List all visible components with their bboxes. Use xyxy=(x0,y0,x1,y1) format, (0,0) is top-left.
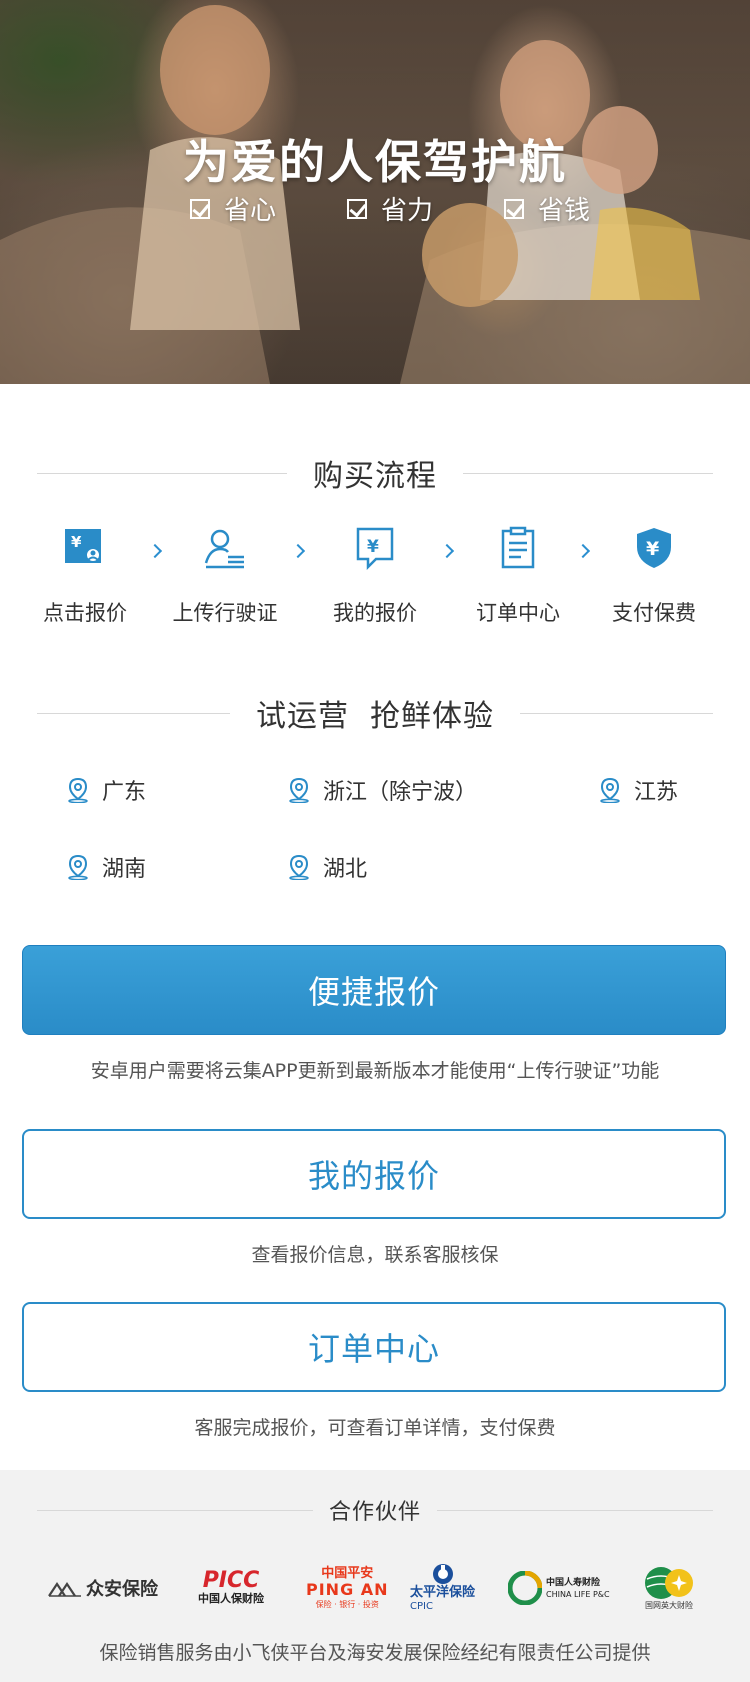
partner-subname: CHINA LIFE P&C xyxy=(546,1589,610,1599)
partner-subname: 中国人保财险 xyxy=(198,1592,264,1605)
region-label: 湖北 xyxy=(323,857,368,882)
quick-quote-button[interactable]: 便捷报价 xyxy=(22,945,726,1035)
process-steps: ¥ 点击报价 上传行驶证 ¥ 我的报价 订单中心 ¥ 支付保费 xyxy=(0,525,750,635)
partner-pingan-logo: 中国平安 PING AN 保险 · 银行 · 投资 xyxy=(306,1558,389,1618)
step-upload-license[interactable]: 上传行驶证 xyxy=(150,525,300,627)
my-quote-note: 查看报价信息，联系客服核保 xyxy=(251,1244,499,1266)
partner-name: 太平洋保险 xyxy=(410,1585,476,1600)
region-item: 湖北 xyxy=(287,851,367,883)
region-item: 江苏 xyxy=(598,774,678,806)
checkbox-icon xyxy=(503,198,524,219)
checkbox-icon xyxy=(346,198,367,219)
partner-cpic-logo: 太平洋保险 CPIC xyxy=(410,1558,475,1618)
divider-line xyxy=(37,472,287,474)
partner-picc-logo: PICC 中国人保财险 xyxy=(198,1558,264,1618)
hero-banner: 为爱的人保驾护航 省心 省力 省钱 xyxy=(0,0,750,384)
partner-chinalife-logo: 中国人寿财险 CHINA LIFE P&C xyxy=(508,1558,610,1618)
partner-name: 中国人寿财险 xyxy=(546,1577,601,1588)
hero-tag-label: 省心 xyxy=(224,196,277,226)
region-item: 广东 xyxy=(66,774,146,806)
divider-line xyxy=(520,712,714,714)
service-disclaimer: 保险销售服务由小飞侠平台及海安发展保险经纪有限责任公司提供 xyxy=(99,1642,651,1664)
trial-section-header: 试运营 抢鲜体验 xyxy=(37,693,714,734)
step-label: 支付保费 xyxy=(612,601,696,625)
hero-tag: 省力 xyxy=(346,190,433,227)
process-section-header: 购买流程 xyxy=(37,453,713,494)
region-label: 江苏 xyxy=(634,780,679,805)
location-pin-icon xyxy=(289,854,309,880)
hero-tag: 省钱 xyxy=(503,190,590,227)
partner-name: 众安保险 xyxy=(86,1579,158,1600)
partner-tagline: 保险 · 银行 · 投资 xyxy=(315,1600,379,1609)
footer: 合作伙伴 众安保险 PICC 中国人保财险 中国平安 PING AN 保险 · … xyxy=(0,1470,750,1682)
order-center-button[interactable]: 订单中心 xyxy=(22,1302,726,1392)
step-quote[interactable]: ¥ 点击报价 xyxy=(10,525,160,627)
location-pin-icon xyxy=(600,777,620,803)
partner-name: PICC xyxy=(202,1568,260,1593)
svg-text:¥: ¥ xyxy=(646,538,659,560)
step-order-center[interactable]: 订单中心 xyxy=(443,525,593,627)
partners-title: 合作伙伴 xyxy=(329,1500,422,1525)
svg-text:¥: ¥ xyxy=(71,533,82,551)
divider-line xyxy=(37,712,230,714)
partner-name: 国网英大财险 xyxy=(645,1601,693,1610)
step-my-quote[interactable]: ¥ 我的报价 xyxy=(300,525,450,627)
chinalife-mark-icon xyxy=(508,1571,542,1605)
partner-name: 中国平安 xyxy=(321,1566,374,1581)
trial-title: 试运营 抢鲜体验 xyxy=(255,699,495,734)
hero-tags: 省心 省力 省钱 xyxy=(190,190,590,227)
step-pay[interactable]: ¥ 支付保费 xyxy=(579,525,729,627)
region-item: 湖南 xyxy=(66,851,146,883)
partner-logos: 众安保险 PICC 中国人保财险 中国平安 PING AN 保险 · 银行 · … xyxy=(40,1558,720,1618)
region-item: 浙江（除宁波） xyxy=(287,774,477,806)
order-icon xyxy=(501,526,535,569)
divider-line xyxy=(437,1509,714,1511)
location-pin-icon xyxy=(68,854,88,880)
location-pin-icon xyxy=(68,777,88,803)
step-label: 我的报价 xyxy=(333,601,417,625)
order-center-note: 客服完成报价，可查看订单详情，支付保费 xyxy=(194,1417,556,1439)
region-label: 广东 xyxy=(102,780,147,805)
region-label: 浙江（除宁波） xyxy=(323,780,478,805)
step-label: 点击报价 xyxy=(43,601,127,625)
partner-yingda-logo: 国网英大财险 xyxy=(642,1558,696,1618)
hero-tag: 省心 xyxy=(190,190,276,227)
partner-zhongan-logo: 众安保险 xyxy=(48,1558,158,1618)
hero-tag-label: 省钱 xyxy=(537,196,590,226)
partner-subname: CPIC xyxy=(410,1601,433,1612)
svg-text:¥: ¥ xyxy=(367,537,379,557)
my-quote-icon: ¥ xyxy=(356,527,394,571)
process-title: 购买流程 xyxy=(313,459,437,494)
quote-icon: ¥ xyxy=(65,529,101,563)
zhongan-mark-icon xyxy=(48,1582,81,1597)
step-label: 订单中心 xyxy=(476,601,560,625)
step-label: 上传行驶证 xyxy=(172,601,278,625)
region-label: 湖南 xyxy=(102,857,147,882)
partner-subname: PING AN xyxy=(306,1580,389,1599)
my-quote-button[interactable]: 我的报价 xyxy=(22,1129,726,1219)
upload-license-icon xyxy=(204,529,244,569)
hero-title: 为爱的人保驾护航 xyxy=(183,135,567,189)
location-pin-icon xyxy=(289,777,309,803)
divider-line xyxy=(37,1509,313,1511)
cpic-mark-icon xyxy=(432,1564,453,1584)
checkbox-icon xyxy=(190,198,210,219)
quick-quote-note: 安卓用户需要将云集APP更新到最新版本才能使用“上传行驶证”功能 xyxy=(90,1060,660,1082)
yingda-mark-icon xyxy=(645,1567,693,1599)
divider-line xyxy=(463,472,713,474)
partners-section-header: 合作伙伴 xyxy=(37,1490,714,1530)
hero-tag-label: 省力 xyxy=(380,196,433,226)
pay-shield-icon: ¥ xyxy=(637,528,671,568)
